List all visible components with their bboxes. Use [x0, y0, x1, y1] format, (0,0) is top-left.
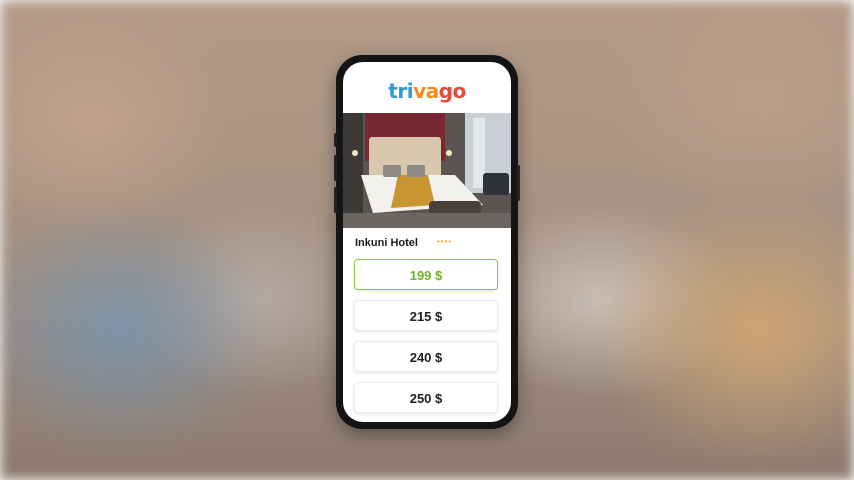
phone-volume-up-button: [334, 155, 337, 181]
logo-part-3: go: [438, 79, 467, 103]
hotel-star-rating: ••••: [437, 237, 453, 246]
photo-floor: [343, 213, 511, 228]
logo-part-2: va: [413, 79, 439, 103]
photo-lamp-right: [446, 150, 452, 156]
photo-lamp-left: [352, 150, 358, 156]
hotel-name: Inkuni Hotel: [355, 237, 418, 249]
photo-pillow-right: [407, 165, 425, 177]
photo-pillow-left: [383, 165, 401, 177]
photo-bed-runner: [391, 175, 435, 208]
trivago-logo: trivago: [343, 79, 511, 103]
hotel-bedroom-photo[interactable]: [343, 113, 511, 228]
logo-part-1: tri: [388, 79, 414, 103]
price-option[interactable]: 215 $: [354, 300, 498, 331]
photo-tufted-headboard: [369, 137, 441, 177]
photo-armchair: [483, 173, 509, 195]
photo-left-wall: [343, 113, 363, 228]
phone-volume-down-button: [334, 187, 337, 213]
phone-power-button: [517, 165, 520, 201]
price-option[interactable]: 250 $: [354, 382, 498, 413]
price-option[interactable]: 240 $: [354, 341, 498, 372]
phone-mockup: trivago Inkuni Hotel •••• 199 $ 215 $ 24…: [334, 55, 520, 429]
phone-screen: trivago Inkuni Hotel •••• 199 $ 215 $ 24…: [343, 62, 511, 422]
price-option-best[interactable]: 199 $: [354, 259, 498, 290]
phone-mute-button: [334, 133, 337, 147]
